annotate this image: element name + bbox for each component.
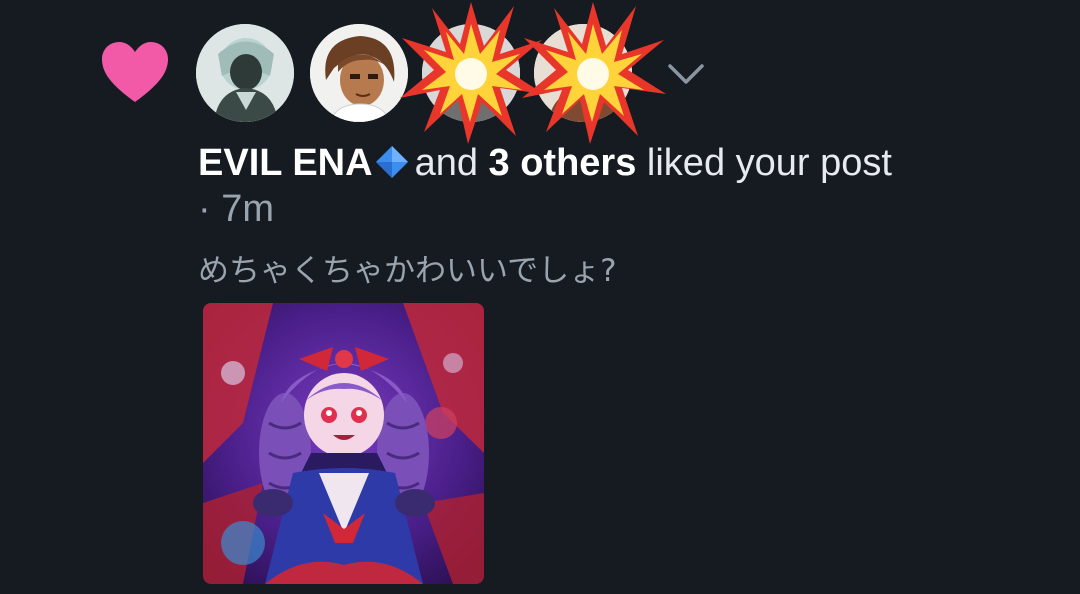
blue-diamond-icon <box>375 146 408 178</box>
liker-name[interactable]: EVIL ENA <box>198 142 373 184</box>
chevron-down-icon[interactable] <box>660 52 712 96</box>
time-separator: · <box>198 188 211 230</box>
others-link[interactable]: 3 others <box>489 142 637 184</box>
post-text-preview: めちゃくちゃかわいいでしょ? <box>198 253 617 289</box>
notification-headline: EVIL ENA and 3 others liked your post · … <box>198 140 1048 232</box>
like-notification[interactable]: EVIL ENA and 3 others liked your post · … <box>0 0 1080 594</box>
action-text: liked your post <box>646 142 892 184</box>
post-image-thumbnail[interactable] <box>203 303 484 584</box>
collision-icon <box>522 2 666 144</box>
avatar[interactable] <box>196 24 294 122</box>
avatar[interactable] <box>310 24 408 122</box>
heart-icon <box>102 42 168 102</box>
timestamp: 7m <box>221 188 275 230</box>
connector-text: and <box>414 142 478 184</box>
